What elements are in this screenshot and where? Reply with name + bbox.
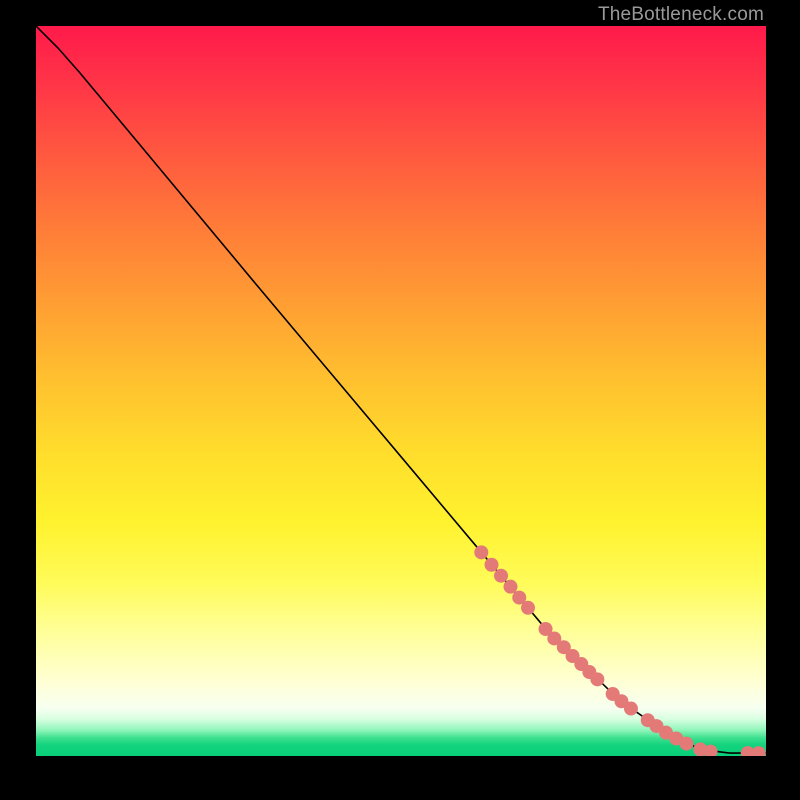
plot-background — [36, 26, 766, 756]
chart-frame: TheBottleneck.com — [0, 0, 800, 800]
watermark-text: TheBottleneck.com — [598, 4, 764, 26]
